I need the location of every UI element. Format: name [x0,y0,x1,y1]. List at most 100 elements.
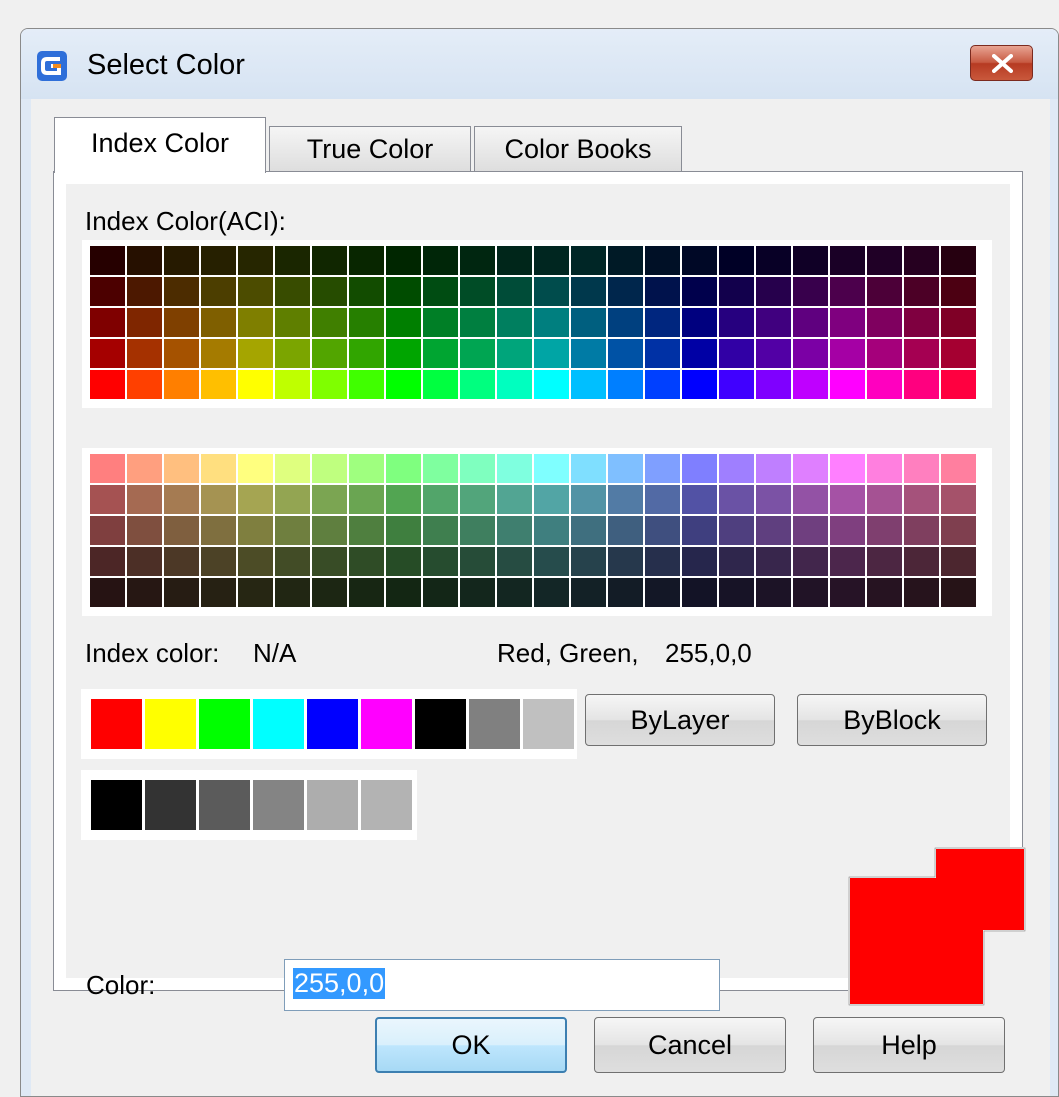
standard-color-swatch[interactable] [253,699,304,749]
palette-cell[interactable] [164,454,199,483]
palette-cell[interactable] [719,485,754,514]
palette-cell[interactable] [164,516,199,545]
palette-cell[interactable] [645,370,680,399]
palette-cell[interactable] [90,308,125,337]
palette-cell[interactable] [608,277,643,306]
palette-cell[interactable] [275,547,310,576]
palette-cell[interactable] [867,308,902,337]
palette-cell[interactable] [386,578,421,607]
gray-color-swatch[interactable] [199,780,250,830]
palette-cell[interactable] [682,578,717,607]
cancel-button[interactable]: Cancel [594,1017,786,1073]
palette-cell[interactable] [349,246,384,275]
palette-cell[interactable] [645,547,680,576]
gray-color-swatch[interactable] [253,780,304,830]
palette-cell[interactable] [867,578,902,607]
palette-cell[interactable] [201,454,236,483]
palette-cell[interactable] [534,370,569,399]
palette-cell[interactable] [497,277,532,306]
palette-cell[interactable] [423,339,458,368]
palette-cell[interactable] [312,547,347,576]
palette-cell[interactable] [238,277,273,306]
palette-cell[interactable] [238,516,273,545]
palette-cell[interactable] [756,339,791,368]
palette-cell[interactable] [497,246,532,275]
palette-cell[interactable] [497,516,532,545]
palette-cell[interactable] [534,578,569,607]
palette-cell[interactable] [423,454,458,483]
palette-cell[interactable] [756,578,791,607]
palette-cell[interactable] [497,339,532,368]
palette-cell[interactable] [941,578,976,607]
palette-cell[interactable] [349,516,384,545]
palette-cell[interactable] [127,339,162,368]
palette-cell[interactable] [608,485,643,514]
palette-cell[interactable] [904,485,939,514]
palette-cell[interactable] [941,277,976,306]
close-button[interactable] [970,45,1033,81]
palette-cell[interactable] [201,246,236,275]
palette-cell[interactable] [571,277,606,306]
palette-cell[interactable] [793,339,828,368]
palette-cell[interactable] [571,339,606,368]
palette-cell[interactable] [608,370,643,399]
palette-cell[interactable] [719,339,754,368]
palette-cell[interactable] [201,578,236,607]
palette-cell[interactable] [90,578,125,607]
palette-cell[interactable] [719,308,754,337]
palette-cell[interactable] [682,454,717,483]
palette-cell[interactable] [867,516,902,545]
palette-cell[interactable] [534,516,569,545]
palette-cell[interactable] [460,485,495,514]
palette-cell[interactable] [201,339,236,368]
palette-cell[interactable] [867,246,902,275]
palette-cell[interactable] [534,246,569,275]
palette-cell[interactable] [645,516,680,545]
palette-cell[interactable] [534,308,569,337]
palette-cell[interactable] [497,578,532,607]
palette-cell[interactable] [793,454,828,483]
palette-cell[interactable] [127,246,162,275]
palette-cell[interactable] [312,454,347,483]
palette-cell[interactable] [941,370,976,399]
palette-cell[interactable] [386,454,421,483]
standard-color-swatch[interactable] [91,699,142,749]
palette-cell[interactable] [941,516,976,545]
standard-color-swatch[interactable] [307,699,358,749]
palette-cell[interactable] [238,454,273,483]
palette-cell[interactable] [904,454,939,483]
palette-cell[interactable] [719,578,754,607]
palette-cell[interactable] [571,516,606,545]
palette-cell[interactable] [90,454,125,483]
palette-cell[interactable] [719,370,754,399]
palette-cell[interactable] [904,516,939,545]
palette-cell[interactable] [645,485,680,514]
palette-cell[interactable] [867,485,902,514]
palette-cell[interactable] [312,308,347,337]
palette-cell[interactable] [312,485,347,514]
palette-cell[interactable] [349,277,384,306]
palette-cell[interactable] [201,485,236,514]
palette-cell[interactable] [830,339,865,368]
palette-cell[interactable] [756,454,791,483]
palette-cell[interactable] [275,370,310,399]
palette-cell[interactable] [275,246,310,275]
palette-cell[interactable] [201,516,236,545]
palette-cell[interactable] [349,485,384,514]
palette-cell[interactable] [682,246,717,275]
palette-cell[interactable] [312,246,347,275]
palette-cell[interactable] [497,485,532,514]
palette-cell[interactable] [904,308,939,337]
standard-color-swatch[interactable] [469,699,520,749]
palette-cell[interactable] [571,547,606,576]
palette-cell[interactable] [645,308,680,337]
palette-cell[interactable] [941,547,976,576]
palette-cell[interactable] [423,547,458,576]
palette-cell[interactable] [423,578,458,607]
palette-cell[interactable] [423,277,458,306]
palette-cell[interactable] [830,485,865,514]
standard-color-swatch[interactable] [523,699,574,749]
palette-cell[interactable] [719,454,754,483]
palette-cell[interactable] [201,308,236,337]
palette-cell[interactable] [164,370,199,399]
